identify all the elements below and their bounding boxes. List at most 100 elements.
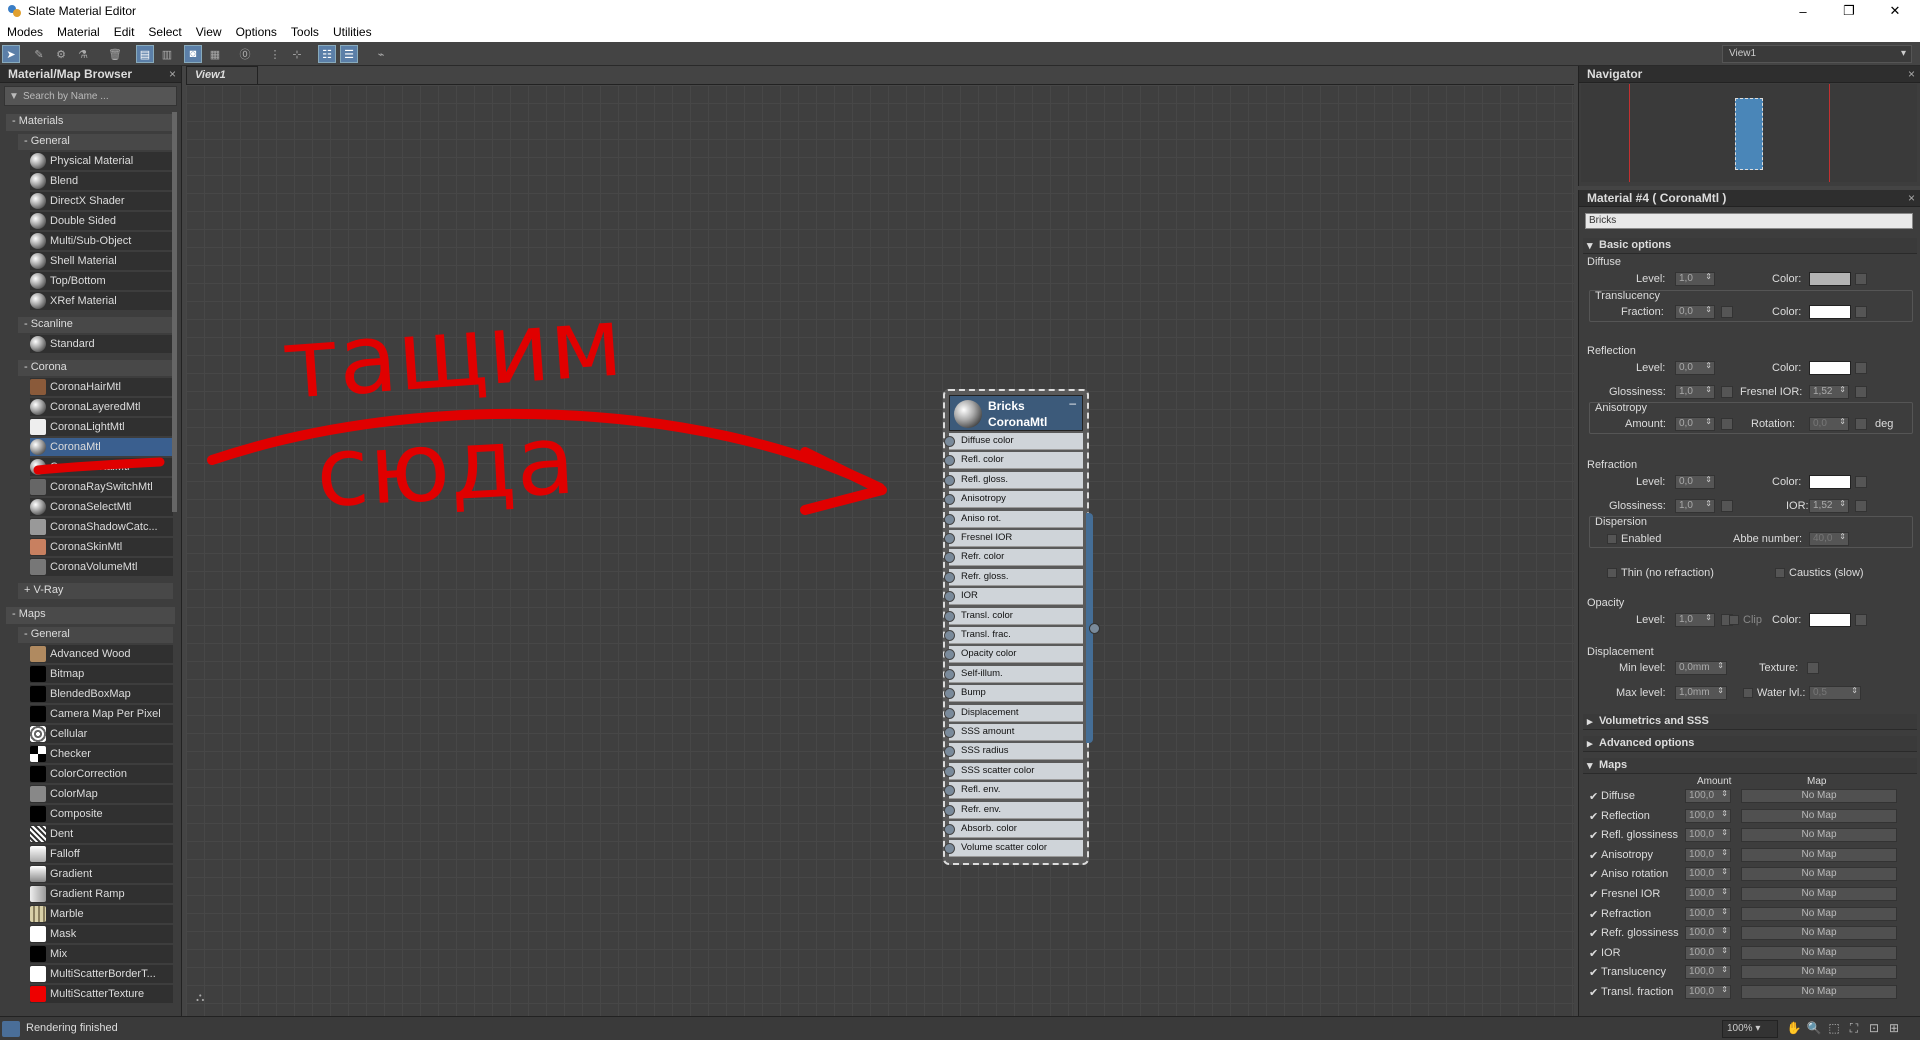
hide-unused-icon[interactable]: ▥ xyxy=(158,45,176,63)
input-socket[interactable] xyxy=(944,688,955,700)
browser-item-multiscatterbordert[interactable]: MultiScatterBorderT... xyxy=(30,965,173,984)
node-slot-refl-color[interactable]: Refl. color xyxy=(944,452,1083,470)
search-options-icon[interactable]: ▼ xyxy=(5,91,23,102)
browser-item-mask[interactable]: Mask xyxy=(30,925,173,944)
translucency-map-button[interactable] xyxy=(1855,306,1867,318)
zoom-all-icon[interactable]: ⊞ xyxy=(1886,1021,1902,1037)
move-children-icon[interactable]: ▤ xyxy=(136,45,154,63)
close-icon[interactable]: × xyxy=(1908,67,1915,81)
browser-item-multiscattertexture[interactable]: MultiScatterTexture xyxy=(30,985,173,1004)
fresnel-ior-spinner[interactable]: 1,52 ⇕ xyxy=(1809,385,1849,399)
view-selector[interactable]: View1 ▾ xyxy=(1722,45,1912,63)
close-icon[interactable]: × xyxy=(169,67,176,81)
collapse-icon[interactable]: – xyxy=(1069,396,1076,410)
browser-item-blendedboxmap[interactable]: BlendedBoxMap xyxy=(30,685,173,704)
node-slot-displacement[interactable]: Displacement xyxy=(944,704,1083,722)
browser-item-advanced-wood[interactable]: Advanced Wood xyxy=(30,645,173,664)
input-socket[interactable] xyxy=(944,707,955,719)
ior-map-button[interactable] xyxy=(1855,500,1867,512)
node-slot-opacity-color[interactable]: Opacity color xyxy=(944,646,1083,664)
refr-gloss-map-button[interactable] xyxy=(1721,500,1733,512)
browser-item-camera-map-per-pixel[interactable]: Camera Map Per Pixel xyxy=(30,705,173,724)
map-slot-button[interactable]: No Map xyxy=(1741,867,1897,882)
input-socket[interactable] xyxy=(944,746,955,758)
input-socket[interactable] xyxy=(944,474,955,486)
fresnel-map-button[interactable] xyxy=(1855,386,1867,398)
browser-item-marble[interactable]: Marble xyxy=(30,905,173,924)
input-socket[interactable] xyxy=(944,843,955,855)
browser-item-blend[interactable]: Blend xyxy=(30,172,173,191)
input-socket[interactable] xyxy=(944,552,955,564)
browser-item-coronaselectmtl[interactable]: CoronaSelectMtl xyxy=(30,498,173,517)
subcategory-corona[interactable]: - Corona xyxy=(18,360,173,376)
fraction-spinner[interactable]: 0,0 ⇕ xyxy=(1675,305,1715,319)
map-amount-spinner[interactable]: 100,0 ⇕ xyxy=(1685,945,1731,960)
input-socket[interactable] xyxy=(944,785,955,797)
map-slot-button[interactable]: No Map xyxy=(1741,847,1897,862)
input-socket[interactable] xyxy=(944,804,955,816)
refl-gloss-map-button[interactable] xyxy=(1721,386,1733,398)
browser-item-mix[interactable]: Mix xyxy=(30,945,173,964)
pan-icon[interactable]: ⛬ xyxy=(196,990,210,1004)
layout-children-icon[interactable]: ⊹ xyxy=(288,45,306,63)
input-socket[interactable] xyxy=(944,649,955,661)
tab-view1[interactable]: View1 xyxy=(186,66,258,84)
map-enabled-checkbox[interactable]: ✔ xyxy=(1589,829,1598,842)
browser-item-coronavolumemtl[interactable]: CoronaVolumeMtl xyxy=(30,558,173,577)
browser-item-cellular[interactable]: Cellular xyxy=(30,725,173,744)
browser-item-multi-sub-object[interactable]: Multi/Sub-Object xyxy=(30,232,173,251)
abbe-number-spinner[interactable]: 40,0 ⇕ xyxy=(1809,532,1849,546)
opacity-level-spinner[interactable]: 1,0 ⇕ xyxy=(1675,613,1715,627)
node-slot-refr-env[interactable]: Refr. env. xyxy=(944,801,1083,819)
map-amount-spinner[interactable]: 100,0 ⇕ xyxy=(1685,985,1731,999)
refl-glossiness-spinner[interactable]: 1,0 ⇕ xyxy=(1675,385,1715,399)
zoom-extents-selected-icon[interactable]: ⊡ xyxy=(1866,1021,1882,1037)
browser-item-standard[interactable]: Standard xyxy=(30,335,173,354)
map-enabled-checkbox[interactable]: ✔ xyxy=(1589,810,1598,823)
delete-icon[interactable]: 🗑 xyxy=(106,45,124,63)
input-socket[interactable] xyxy=(944,513,955,525)
map-amount-spinner[interactable]: 100,0 ⇕ xyxy=(1685,867,1731,882)
browser-item-coronarayswitchmtl[interactable]: CoronaRaySwitchMtl xyxy=(30,478,173,497)
menu-options[interactable]: Options xyxy=(229,25,284,39)
fraction-map-button[interactable] xyxy=(1721,306,1733,318)
layout-all-icon[interactable]: ⋮ xyxy=(266,45,284,63)
menu-view[interactable]: View xyxy=(189,25,229,39)
close-icon[interactable]: × xyxy=(1908,191,1915,205)
node-slot-anisotropy[interactable]: Anisotropy xyxy=(944,491,1083,509)
browser-item-directx-shader[interactable]: DirectX Shader xyxy=(30,192,173,211)
browser-item-coronamtl[interactable]: CoronaMtl xyxy=(30,438,173,457)
zoom-select[interactable]: 100% ▾ xyxy=(1722,1020,1778,1038)
browser-item-composite[interactable]: Composite xyxy=(30,805,173,824)
map-slot-button[interactable]: No Map xyxy=(1741,926,1897,941)
node-slot-transl-color[interactable]: Transl. color xyxy=(944,607,1083,625)
node-slot-sss-radius[interactable]: SSS radius xyxy=(944,743,1083,761)
node-slot-bump[interactable]: Bump xyxy=(944,685,1083,703)
input-socket[interactable] xyxy=(944,591,955,603)
node-slot-refl-gloss[interactable]: Refl. gloss. xyxy=(944,471,1083,489)
map-amount-spinner[interactable]: 100,0 ⇕ xyxy=(1685,789,1731,803)
node-slot-sss-amount[interactable]: SSS amount xyxy=(944,724,1083,741)
render-status-icon[interactable] xyxy=(2,1021,20,1037)
map-enabled-checkbox[interactable]: ✔ xyxy=(1589,927,1598,940)
browser-item-coronahairmtl[interactable]: CoronaHairMtl xyxy=(30,378,173,397)
dispersion-enabled-checkbox[interactable] xyxy=(1607,534,1617,544)
subcategory-general[interactable]: - General xyxy=(18,134,173,150)
refl-level-spinner[interactable]: 0,0 ⇕ xyxy=(1675,361,1715,375)
thin-checkbox[interactable] xyxy=(1607,568,1617,578)
refr-glossiness-spinner[interactable]: 1,0 ⇕ xyxy=(1675,499,1715,513)
node-slot-ior[interactable]: IOR xyxy=(944,588,1083,606)
pick-material-icon[interactable]: ✎ xyxy=(30,45,48,63)
map-amount-spinner[interactable]: 100,0 ⇕ xyxy=(1685,808,1731,823)
map-slot-button[interactable]: No Map xyxy=(1741,887,1897,901)
map-enabled-checkbox[interactable]: ✔ xyxy=(1589,868,1598,881)
map-enabled-checkbox[interactable]: ✔ xyxy=(1589,986,1598,999)
node-slot-self-illum[interactable]: Self-illum. xyxy=(944,665,1083,683)
browser-item-physical-material[interactable]: Physical Material xyxy=(30,152,173,171)
zoom-icon[interactable]: 🔍 xyxy=(1806,1021,1822,1037)
min-level-spinner[interactable]: 0,0mm ⇕ xyxy=(1675,661,1727,675)
input-socket[interactable] xyxy=(944,610,955,622)
caustics-checkbox[interactable] xyxy=(1775,568,1785,578)
subcategory-scanline[interactable]: - Scanline xyxy=(18,317,173,333)
navigator-view[interactable] xyxy=(1581,84,1917,182)
